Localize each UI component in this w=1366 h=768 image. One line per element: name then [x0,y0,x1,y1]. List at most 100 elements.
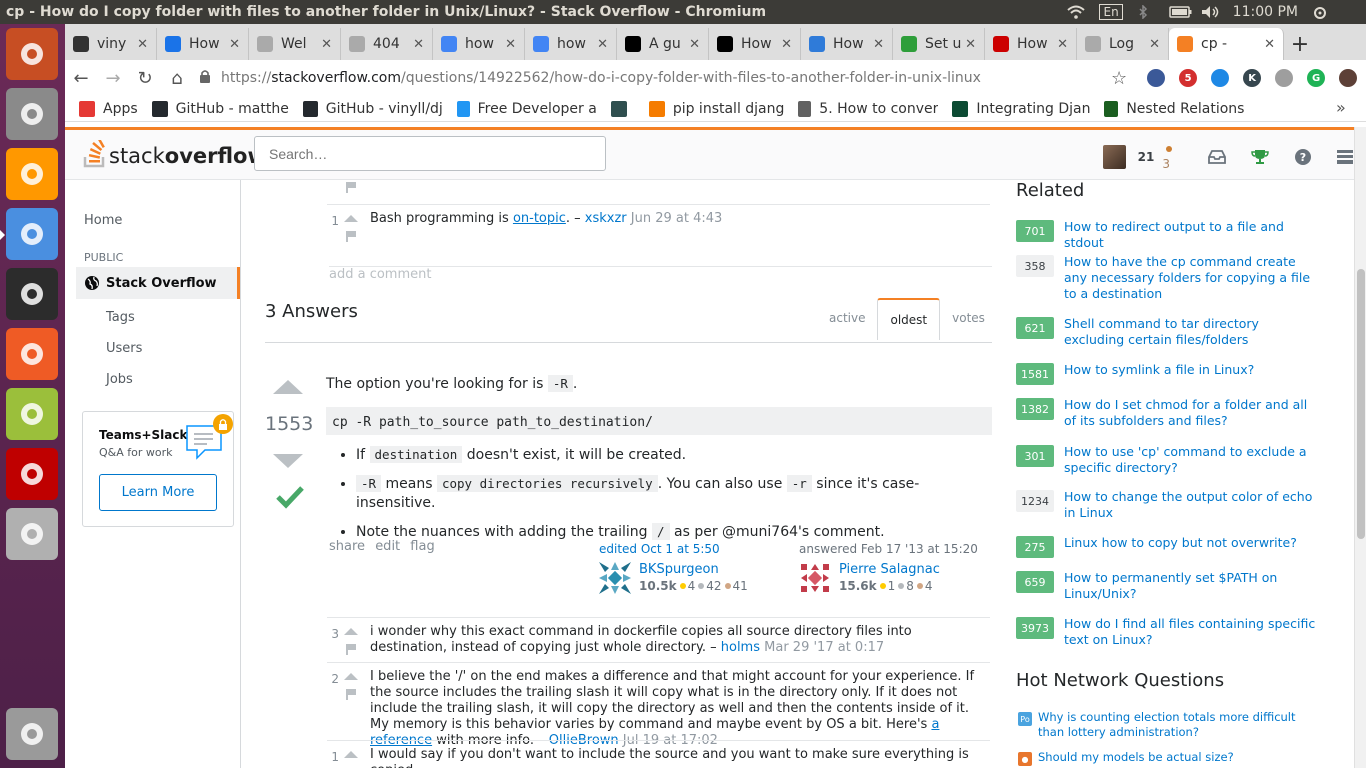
related-score-badge[interactable]: 1581 [1016,363,1054,385]
forward-button[interactable]: → [97,62,129,94]
tab[interactable]: Set u ✕ [893,28,985,60]
clock[interactable]: 11:00 PM [1233,4,1298,20]
comment-flag-icon[interactable] [346,644,356,655]
launcher-ubuntu-dash-icon[interactable] [6,28,58,80]
address-bar[interactable]: https://stackoverflow.com/questions/1492… [199,64,999,92]
related-score-badge[interactable]: 1382 [1016,398,1054,420]
tab[interactable]: How ✕ [985,28,1077,60]
bookmark-item[interactable]: 5. How to conver [798,100,938,117]
lock-icon[interactable] [199,69,211,87]
bookmarks-overflow-icon[interactable]: » [1336,98,1346,117]
related-link[interactable]: How do I find all files containing speci… [1064,616,1320,648]
related-link[interactable]: How to permanently set $PATH on Linux/Un… [1064,570,1320,602]
tab[interactable]: How ✕ [801,28,893,60]
related-link[interactable]: How to symlink a file in Linux? [1064,362,1320,378]
author-gravatar[interactable] [799,562,831,594]
bookmark-item[interactable]: Apps [79,100,138,117]
bookmark-item[interactable]: Nested Relations [1104,100,1244,117]
extension-icon[interactable]: K [1243,69,1262,87]
comment-upvote-icon[interactable] [344,215,358,222]
launcher-disk-icon[interactable] [6,508,58,560]
related-link[interactable]: How to have the cp command create any ne… [1064,254,1320,302]
extension-icon[interactable] [1275,69,1294,87]
nav-users[interactable]: Users [106,341,142,356]
related-link[interactable]: How to use 'cp' command to exclude a spe… [1064,444,1320,476]
launcher-filezilla-icon[interactable] [6,448,58,500]
tab[interactable]: 404 ✕ [341,28,433,60]
comment-date[interactable]: Jun 29 at 4:43 [631,211,723,226]
keyboard-layout-indicator[interactable]: En [1099,4,1123,20]
launcher-terminal-icon[interactable] [6,268,58,320]
related-link[interactable]: Linux how to copy but not overwrite? [1064,535,1320,551]
hot-network-link[interactable]: Why is counting election totals more dif… [1038,710,1318,740]
comment-upvote-icon[interactable] [344,751,358,758]
tab[interactable]: viny ✕ [65,28,157,60]
home-button[interactable]: ⌂ [161,62,193,94]
related-score-badge[interactable]: 358 [1016,255,1054,277]
site-switcher-icon[interactable] [1335,146,1354,168]
related-score-badge[interactable]: 621 [1016,317,1054,339]
tab[interactable]: how ✕ [525,28,617,60]
close-tab-icon[interactable]: ✕ [321,37,332,52]
editor-name[interactable]: BKSpurgeon [639,562,719,577]
related-score-badge[interactable]: 659 [1016,571,1054,593]
close-tab-icon[interactable]: ✕ [689,37,700,52]
bookmark-item[interactable] [610,100,635,117]
close-tab-icon[interactable]: ✕ [1057,37,1068,52]
extension-icon[interactable] [1339,69,1358,87]
close-tab-icon[interactable]: ✕ [137,37,148,52]
inbox-icon[interactable] [1207,146,1228,168]
related-score-badge[interactable]: 701 [1016,220,1054,242]
extension-icon[interactable]: 5 [1179,69,1198,87]
comment-upvote-icon[interactable] [344,628,358,635]
extension-icon[interactable] [1211,69,1230,87]
downvote-button[interactable] [273,454,303,468]
related-score-badge[interactable]: 301 [1016,445,1054,467]
bookmark-item[interactable]: GitHub - vinyll/dj [302,100,443,117]
wifi-icon[interactable] [1067,5,1086,19]
bookmark-item[interactable]: GitHub - matthe [151,100,289,117]
author-name[interactable]: Pierre Salagnac [839,562,940,577]
power-gear-icon[interactable] [1312,5,1330,19]
bluetooth-icon[interactable] [1137,4,1155,20]
comment-user[interactable]: xskxzr [585,211,627,226]
related-link[interactable]: How to change the output color of echo i… [1064,489,1320,521]
nav-stack-overflow[interactable]: Stack Overflow [76,267,240,299]
close-tab-icon[interactable]: ✕ [413,37,424,52]
user-avatar[interactable] [1103,145,1126,169]
add-comment-link[interactable]: add a comment [329,266,992,282]
close-tab-icon[interactable]: ✕ [781,37,792,52]
launcher-chromium-icon[interactable] [0,208,58,260]
flag-link[interactable]: flag [410,539,434,554]
tab-active[interactable]: cp - ✕ [1169,28,1284,60]
launcher-image-viewer-icon[interactable] [6,388,58,440]
nav-jobs[interactable]: Jobs [106,372,133,387]
extension-icon[interactable] [1147,69,1166,87]
nav-home[interactable]: Home [84,213,122,228]
bookmark-item[interactable]: pip install djang [648,100,784,117]
tab[interactable]: Log ✕ [1077,28,1169,60]
related-score-badge[interactable]: 275 [1016,536,1054,558]
comment-upvote-icon[interactable] [344,673,358,680]
new-tab-button[interactable]: + [1284,28,1316,60]
related-link[interactable]: Shell command to tar directory excluding… [1064,316,1320,348]
tab[interactable]: How ✕ [157,28,249,60]
battery-icon[interactable] [1168,5,1192,19]
related-link[interactable]: How do I set chmod for a folder and all … [1064,397,1320,429]
tab[interactable]: How ✕ [709,28,801,60]
sort-tab-votes[interactable]: votes [940,298,997,340]
edited-link[interactable]: edited Oct 1 at 5:50 [599,542,720,556]
scrollbar-thumb[interactable] [1357,269,1365,539]
close-tab-icon[interactable]: ✕ [229,37,240,52]
share-link[interactable]: share [329,539,365,554]
close-tab-icon[interactable]: ✕ [597,37,608,52]
related-score-badge[interactable]: 3973 [1016,617,1054,639]
launcher-sublime-text-icon[interactable] [6,148,58,200]
comment-flag-icon[interactable] [346,231,356,242]
launcher-postman-icon[interactable] [6,328,58,380]
edit-link[interactable]: edit [375,539,400,554]
so-logo[interactable]: stack overflow [83,140,267,168]
comment-date[interactable]: Mar 29 '17 at 0:17 [764,640,884,655]
close-tab-icon[interactable]: ✕ [1264,37,1275,52]
tab[interactable]: Wel ✕ [249,28,341,60]
